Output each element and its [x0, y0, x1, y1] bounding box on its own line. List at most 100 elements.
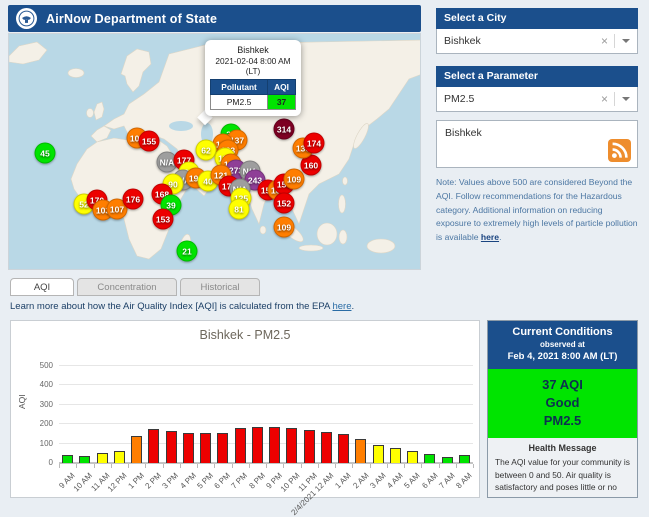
popup-city: Bishkek	[237, 45, 269, 55]
aqi-bar[interactable]	[286, 428, 298, 463]
learn-more-period: .	[351, 301, 355, 312]
tab-aqi[interactable]: AQI	[10, 278, 74, 296]
health-message-block: Health Message The AQI value for your co…	[488, 438, 637, 497]
map-marker[interactable]: 21	[176, 240, 198, 262]
aqi-bar[interactable]	[200, 433, 212, 463]
x-axis-tick-label: 4 AM	[385, 471, 405, 491]
x-axis-tick-mark	[386, 464, 388, 468]
aqi-bar[interactable]	[407, 451, 419, 463]
aqi-bar[interactable]	[79, 455, 91, 463]
x-axis-tick-mark	[369, 464, 371, 468]
aqi-bar[interactable]	[96, 452, 108, 463]
y-axis-tick-label: 200	[39, 419, 53, 429]
aqi-bar[interactable]	[372, 444, 384, 463]
aqi-bar[interactable]	[355, 438, 367, 463]
map-marker[interactable]: 152	[273, 192, 295, 214]
x-axis-tick-label: 4 PM	[178, 471, 198, 491]
rss-icon[interactable]	[608, 139, 631, 162]
map-marker[interactable]: 153	[152, 208, 174, 230]
map-marker[interactable]: 174	[303, 132, 325, 154]
aqi-bar[interactable]	[251, 427, 263, 463]
aqi-bar[interactable]	[182, 433, 194, 463]
x-axis-tick-mark	[335, 464, 336, 468]
divider	[614, 92, 615, 106]
map-marker[interactable]: 109	[283, 168, 305, 190]
x-axis-tick-label: 2 AM	[350, 471, 371, 491]
aqi-bar[interactable]	[424, 453, 436, 463]
aqi-bar[interactable]	[458, 455, 470, 463]
x-axis-tick-mark	[455, 464, 457, 468]
parameter-clear-icon[interactable]: ×	[595, 92, 614, 106]
x-axis-tick-label: 2 PM	[143, 471, 164, 491]
x-axis-tick-label: 5 PM	[195, 471, 215, 491]
x-axis-tick-mark	[300, 464, 302, 468]
aqi-bar[interactable]	[389, 448, 401, 463]
map-marker[interactable]: 314	[273, 118, 295, 140]
chevron-down-icon[interactable]	[622, 97, 630, 105]
x-axis-tick-mark	[59, 464, 60, 468]
aqi-value: 37 AQI	[542, 377, 583, 392]
popup-datetime: 2021-02-04 8:00 AM	[215, 56, 291, 66]
rss-city-label: Bishkek	[445, 127, 482, 139]
aqi-bar[interactable]	[62, 455, 74, 463]
world-aqi-map[interactable]: 45103155N/A17796N/A190409016852170103107…	[8, 33, 421, 270]
aqi-bar[interactable]	[320, 431, 332, 463]
y-axis-tick-label: 100	[39, 438, 53, 448]
x-axis-tick-mark	[231, 464, 233, 468]
map-marker[interactable]: 176	[122, 188, 144, 210]
note-here-link[interactable]: here	[481, 232, 499, 242]
map-marker[interactable]: 155	[138, 130, 160, 152]
map-marker[interactable]: 45	[34, 142, 56, 164]
x-axis-tick-mark	[145, 464, 147, 468]
aqi-bar[interactable]	[148, 429, 160, 463]
current-conditions-panel: Current Conditions observed at Feb 4, 20…	[487, 320, 638, 498]
tab-concentration[interactable]: Concentration	[77, 278, 177, 296]
chart-tabs: AQI Concentration Historical	[10, 278, 260, 296]
aqi-bar[interactable]	[269, 426, 281, 463]
x-axis-tick-mark	[76, 464, 78, 468]
note-period: .	[499, 232, 502, 242]
aqi-bar[interactable]	[131, 435, 143, 463]
gridline	[59, 384, 473, 386]
chart-plot	[59, 365, 473, 463]
aqi-bar[interactable]	[165, 431, 177, 463]
beyond-aqi-note: Note: Values above 500 are considered Be…	[436, 176, 639, 245]
y-axis-tick-label: 300	[39, 399, 53, 409]
note-text: Note: Values above 500 are considered Be…	[436, 177, 638, 242]
x-axis-tick-label: 3 PM	[160, 471, 181, 491]
chevron-down-icon[interactable]	[622, 39, 630, 47]
parameter-select[interactable]: PM2.5 ×	[436, 87, 638, 112]
city-select-label: Select a City	[436, 8, 638, 29]
city-select[interactable]: Bishkek ×	[436, 29, 638, 54]
observed-datetime: Feb 4, 2021 8:00 AM (LT)	[507, 351, 618, 362]
x-axis-tick-label: 6 PM	[212, 471, 233, 491]
map-marker[interactable]: 109	[273, 216, 295, 238]
map-marker[interactable]: 62	[195, 139, 217, 161]
aqi-bar[interactable]	[113, 450, 125, 463]
tab-historical[interactable]: Historical	[180, 278, 260, 296]
popup-aqi-header: AQI	[267, 79, 296, 95]
aqi-bar[interactable]	[234, 428, 246, 463]
learn-more-here-link[interactable]: here	[332, 301, 351, 312]
y-axis-tick-label: 500	[39, 361, 53, 370]
aqi-bar[interactable]	[338, 433, 350, 463]
current-conditions-title: Current Conditions	[512, 326, 613, 338]
x-axis-tick-label: 5 AM	[402, 471, 422, 491]
x-axis-tick-mark	[214, 464, 216, 468]
aqi-bar[interactable]	[217, 432, 229, 463]
city-clear-icon[interactable]: ×	[595, 34, 614, 48]
popup-pollutant-header: Pollutant	[209, 79, 269, 95]
parameter-select-value: PM2.5	[444, 93, 475, 105]
aqi-pollutant: PM2.5	[543, 413, 582, 428]
x-axis-tick-label: 3 AM	[368, 471, 388, 491]
x-axis: 9 AM 10 AM 11 AM 12 PM 1 PM 2 PM 3 PM 4 PM 5 PM 6…	[58, 463, 474, 517]
map-marker[interactable]: 81	[228, 198, 250, 220]
x-axis-tick-label: 1 PM	[126, 471, 146, 491]
x-axis-tick-label: 8 AM	[454, 471, 474, 491]
popup-pollutant-value: PM2.5	[209, 94, 269, 110]
x-axis-tick-mark	[162, 464, 164, 468]
aqi-bar[interactable]	[303, 429, 315, 463]
y-axis-ticks: 0 100 200 300 400 500	[11, 361, 53, 467]
rss-city-box: Bishkek	[436, 120, 638, 168]
popup-aqi-table: Pollutant AQI PM2.5 37	[209, 79, 296, 110]
